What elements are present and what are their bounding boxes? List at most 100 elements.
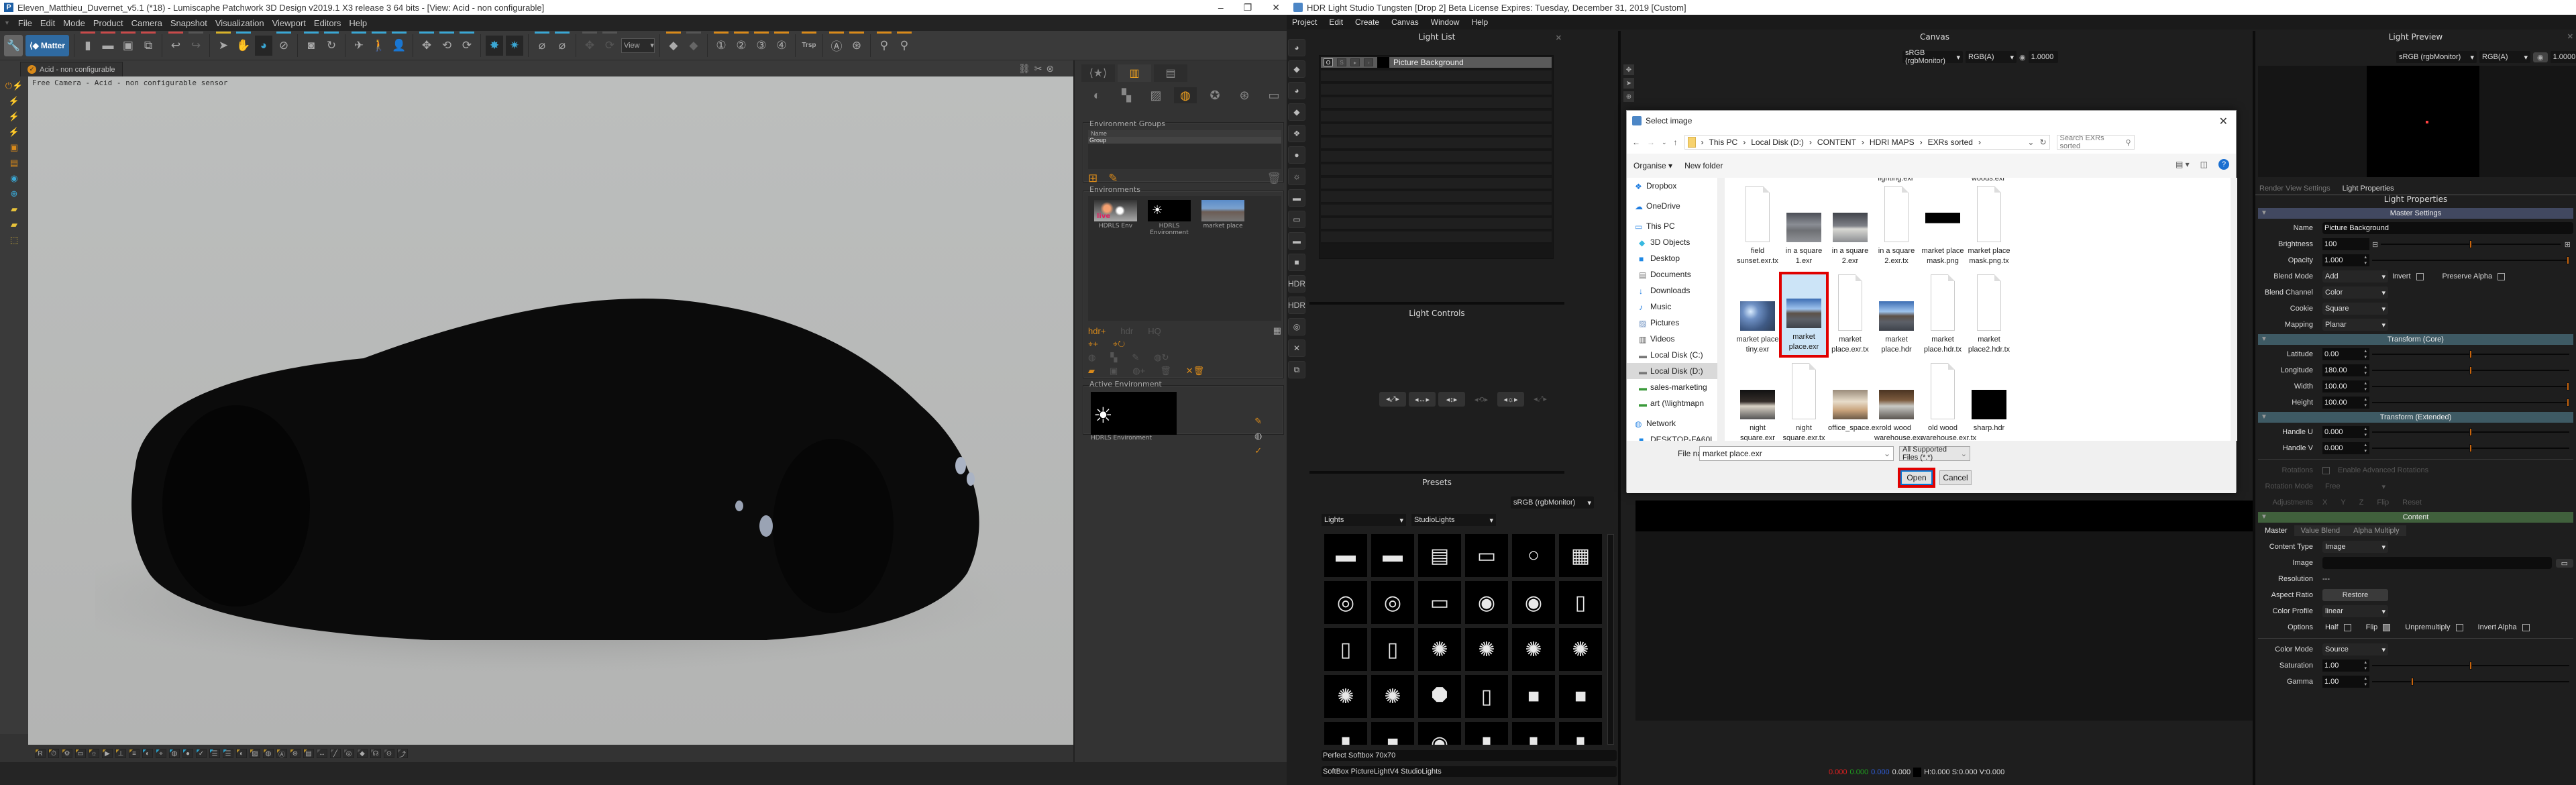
empty-light-row[interactable] [1321,97,1552,109]
preserve-alpha-checkbox[interactable] [2498,272,2506,280]
saturation-slider[interactable] [2372,660,2569,672]
latitude-input[interactable]: 0.00 ▴ ▾ [2322,348,2369,360]
measure-icon[interactable]: ↔ [317,749,327,758]
spin-arrows-icon[interactable]: ▴ ▾ [2364,364,2367,376]
render-icon[interactable]: R [35,749,46,758]
snapshot-2-icon[interactable]: ② [733,31,750,56]
tree-item[interactable]: ▥ Videos [1627,331,1717,347]
canvas-exposure-input[interactable]: 1.0000 [2028,51,2058,63]
move-icon[interactable]: ✥ [418,31,435,56]
file-item[interactable]: market place tiny.exr [1735,274,1780,355]
change-view-icon[interactable]: ▤ ▾ [2176,160,2190,169]
exposure-icon[interactable]: ◉ [2533,52,2548,62]
apply-check-icon[interactable]: ✓ [1254,446,1262,456]
menu-editors[interactable]: Editors [314,18,341,28]
tab-value-blend[interactable]: Value Blend [2294,525,2347,536]
save-env-icon[interactable]: ▣ [1110,366,1118,376]
rotate-icon[interactable]: ◂⟲▸ [1468,392,1495,407]
preset-thumbnail[interactable]: ■ [1371,722,1414,745]
new-folder-button[interactable]: New folder [1684,161,1723,170]
up-arrow-icon[interactable]: ↑ [1674,138,1678,147]
preset-thumbnail[interactable]: ◉ [1512,581,1555,624]
location-icon[interactable]: ⌖ [156,749,166,758]
graph-icon[interactable]: ⤴ [397,749,408,759]
width-icon[interactable]: ◂↔▸ [1409,392,1436,407]
snapshot-3-icon[interactable]: ③ [753,31,770,56]
preview-colorspace-select[interactable]: sRGB (rgbMonitor) ▾ [2396,51,2477,63]
environment-icon[interactable]: ◍ [263,749,274,758]
menu-viewport[interactable]: Viewport [272,18,306,28]
grid-view-icon[interactable]: ▦ [1273,325,1281,336]
adjust-x-button[interactable]: X [2322,499,2327,507]
rotation-mode-select[interactable]: Free ▾ [2322,480,2388,492]
empty-light-row[interactable] [1321,124,1552,136]
preset-thumbnail[interactable]: ▬ [1324,534,1367,577]
menu-visualization[interactable]: Visualization [215,18,264,28]
spin-arrows-icon[interactable]: ▴ ▾ [2364,348,2367,360]
name-input[interactable]: Picture Background [2322,222,2573,234]
mapping-select[interactable]: Planar ▾ [2322,319,2388,331]
kinematics-icon[interactable]: ☊ [370,749,381,758]
save-as-icon[interactable]: ⧉ [140,31,157,56]
post-a-icon[interactable]: Ⓐ [276,749,287,759]
matter-button[interactable]: ⟨◆ Matter [25,34,69,56]
height-slider[interactable] [2372,397,2569,409]
open-button[interactable]: Open [1900,470,1933,485]
backplate-icon[interactable]: ▨ [250,749,260,758]
empty-light-row[interactable] [1321,151,1552,163]
tree-item[interactable]: ◍ Network [1627,415,1717,431]
file-name-input[interactable]: market place.exr ⌄ [1699,446,1894,461]
select-tool-icon[interactable]: ➤ [1623,78,1634,89]
preset-thumbnail[interactable]: ▭ [1418,581,1461,624]
add-group-icon[interactable]: ⊞ [1088,172,1097,187]
diamond-icon[interactable]: ◆ [665,31,682,56]
menu-collapse-icon[interactable]: ▼ [4,19,10,26]
menu-edit[interactable]: Edit [40,18,55,28]
multi-light-icon[interactable]: ❖ [1288,125,1305,142]
file-item[interactable]: market place2.hdr.tx [1967,274,2011,355]
presentation-icon[interactable]: ▤ [4,158,24,168]
minimize-button[interactable]: – [1218,2,1224,13]
increase-icon[interactable]: ⊞ [2565,240,2571,249]
preset-thumbnail[interactable]: ▯ [1324,628,1367,671]
tree-item[interactable]: ↓ Downloads [1627,282,1717,299]
file-item[interactable]: field sunset.exr.tx [1735,186,1780,266]
handle-v-input[interactable]: 0.000 ▴ ▾ [2322,442,2369,454]
empty-light-row[interactable] [1321,205,1552,217]
preset-thumbnail[interactable]: ▯ [1371,628,1414,671]
preview-exposure-input[interactable]: 1.0000 [2550,51,2576,63]
preset-thumbnail[interactable]: ▮ [1465,722,1508,745]
globe-icon[interactable]: ◍ [169,749,180,758]
section-icon[interactable]: ╱ [330,749,341,758]
brightness-slider[interactable] [2381,238,2561,250]
tree-item[interactable]: ■ Desktop [1627,250,1717,266]
add-env-icon[interactable]: ◍+ [1132,366,1145,376]
file-item[interactable]: old wood warehouse.exr.tx [1921,363,1976,441]
search-input[interactable]: Search EXRs sorted ⚲ [2056,134,2135,150]
handle-u-input[interactable]: 0.000 ▴ ▾ [2322,426,2369,438]
file-item[interactable]: sharp.hdr [1967,363,2011,433]
empty-light-row[interactable] [1321,178,1552,190]
width-input[interactable]: 100.00 ▴ ▾ [2322,380,2369,392]
spin-arrows-icon[interactable]: ▴ ▾ [2364,397,2367,409]
solid-icon[interactable]: ■ [1288,254,1305,271]
paint-material-icon[interactable]: ◕ [254,35,272,56]
canvas-channel-select[interactable]: RGB(A) ▾ [1966,51,2017,63]
preset-thumbnail[interactable]: ▦ [1559,534,1602,577]
file-item[interactable]: old wood warehouse.exr [1874,363,1923,441]
round-light-icon[interactable]: ◕ [1288,82,1305,99]
breadcrumb-exrs-sorted[interactable]: EXRs sorted [1928,138,1973,147]
dark-light-icon[interactable]: ● [1288,146,1305,164]
render-region-icon[interactable]: ⬚ [4,235,24,246]
tree-item[interactable]: ☁ OneDrive [1627,198,1717,214]
tree-item[interactable]: ❖ Dropbox [1627,178,1717,194]
decrease-icon[interactable]: ⊟ [2372,240,2378,249]
walk-icon[interactable]: 🚶 [370,31,388,56]
exposure-icon[interactable]: ◉ [2019,53,2026,62]
invert-alpha-checkbox[interactable] [2522,623,2530,631]
color-profile-select[interactable]: linear ▾ [2322,605,2388,617]
empty-light-row[interactable] [1321,138,1552,150]
preset-thumbnail[interactable]: ◎ [1371,581,1414,624]
tree-item[interactable]: ▬ Local Disk (C:) [1627,347,1717,363]
menu-window[interactable]: Window [1431,17,1460,27]
